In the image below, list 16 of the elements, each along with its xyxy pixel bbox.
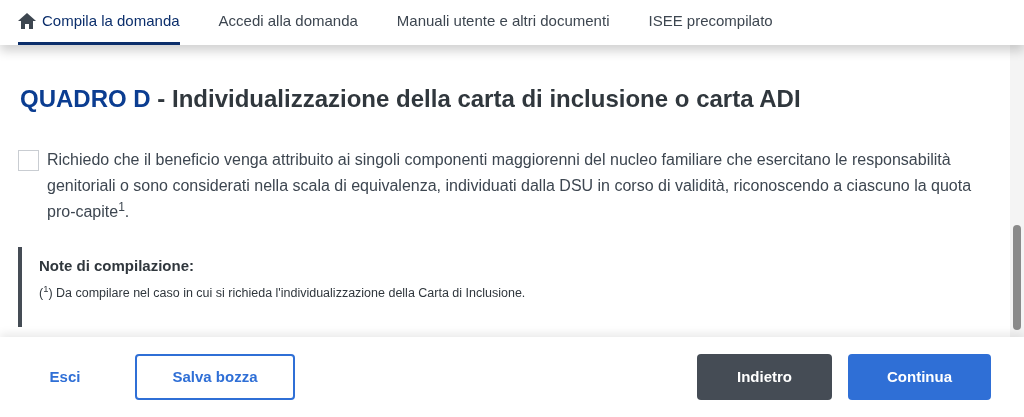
notes-heading: Note di compilazione: <box>39 256 195 276</box>
scrollbar-thumb[interactable] <box>1013 225 1021 330</box>
section-title: QUADRO D - Individualizzazione della carta di inclusione o carta ADI <box>19 84 802 114</box>
nav-tab[interactable]: ISEE precompilato <box>648 0 773 45</box>
note-text: ($^{1}$) Da compilare nel caso in cui si richieda l'individualizzazione della Carta di Inclusione. <box>39 283 527 302</box>
option-text: Richiedo che il beneficio venga attribuito ai singoli componenti maggiorenni del nucleo familiare che esercitano le responsabilità genitoriali o sono considerati nella scala di equivalenza, individuati dalla DSU in corso di validità, riconoscendo a ciascuno la quota pro-capite$^{1}$. <box>47 150 972 222</box>
footer-button[interactable]: Salva bozza <box>135 354 295 400</box>
nav-tab[interactable]: Manuali utente e altri documenti <box>396 0 610 45</box>
footer-button[interactable]: Continua <box>848 354 991 400</box>
home-icon <box>18 13 36 29</box>
nav-tab[interactable]: Accedi alla domanda <box>218 0 358 45</box>
footer-button[interactable]: Indietro <box>697 354 832 400</box>
exit-link[interactable]: Esci <box>20 354 110 400</box>
checkbox[interactable] <box>18 150 39 171</box>
scrollbar[interactable] <box>1010 45 1024 337</box>
nav-tab[interactable]: Compila la domanda <box>18 0 180 45</box>
